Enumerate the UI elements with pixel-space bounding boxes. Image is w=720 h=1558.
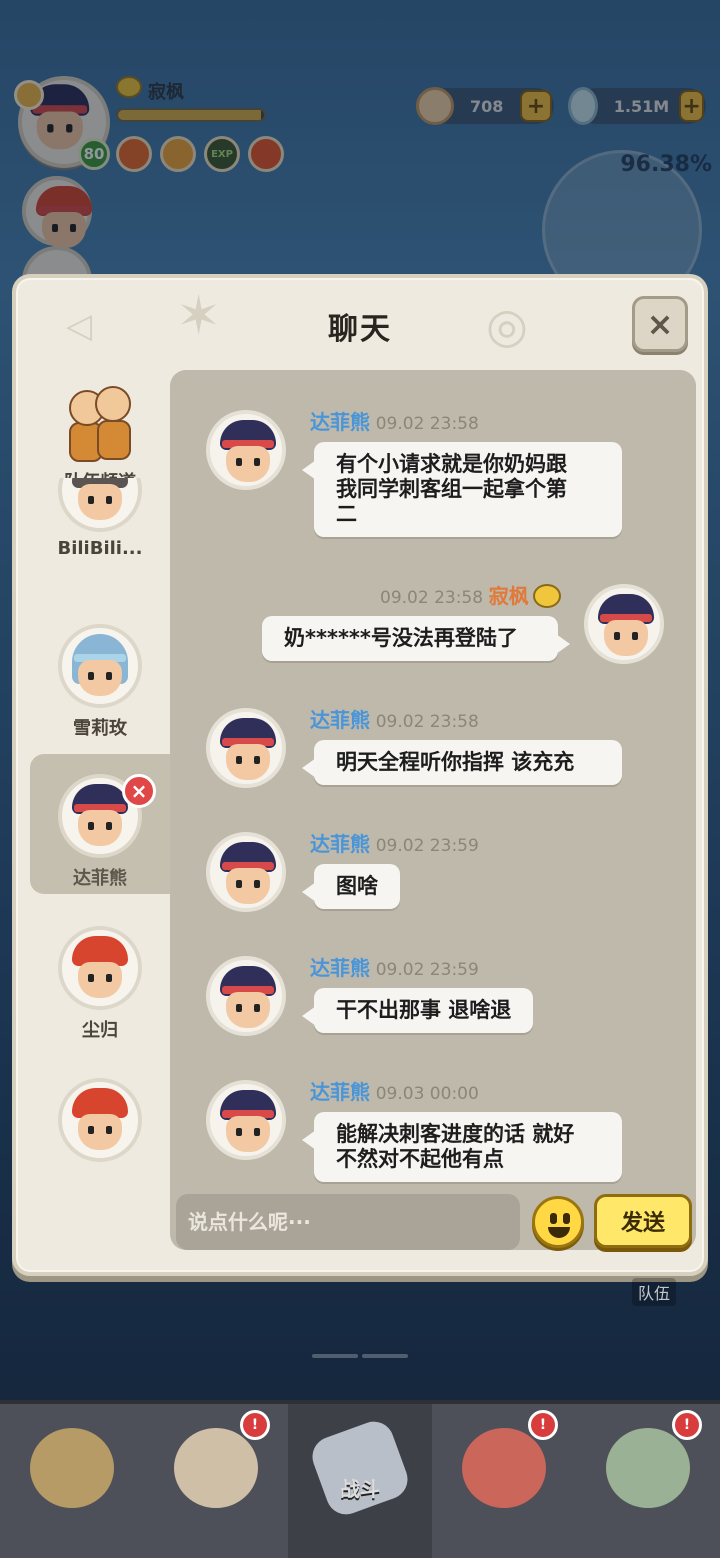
hero-icon bbox=[174, 1428, 258, 1508]
message-time: 09.03 00:00 bbox=[375, 1084, 479, 1104]
chat-input[interactable] bbox=[176, 1194, 520, 1250]
close-button[interactable]: × bbox=[632, 296, 688, 352]
message-bubble: 奶******号没法再登陆了 bbox=[262, 616, 570, 661]
channel-label: 达菲熊 bbox=[73, 868, 127, 889]
contact-avatar bbox=[58, 478, 142, 532]
channel-contact-dafeixiong[interactable]: × 达菲熊 bbox=[30, 754, 170, 894]
message-time: 09.02 23:58 bbox=[375, 712, 479, 732]
team-channel-icon bbox=[65, 386, 135, 466]
sender-name[interactable]: 达菲熊 bbox=[310, 956, 370, 980]
pet-icon bbox=[462, 1428, 546, 1508]
message-meta: 达菲熊 09.02 23:58 bbox=[310, 704, 479, 733]
sender-avatar[interactable] bbox=[206, 956, 286, 1036]
nav-tab-tribe[interactable]: ! bbox=[576, 1404, 720, 1558]
contact-avatar bbox=[58, 926, 142, 1010]
message-bubble: 干不出那事 退啥退 bbox=[301, 988, 534, 1033]
message-time: 09.02 23:59 bbox=[375, 960, 479, 980]
channel-label: BiliBili... bbox=[57, 538, 143, 559]
nav-tab-battle[interactable]: 战斗 bbox=[288, 1404, 432, 1558]
sender-name[interactable]: 寂枫 bbox=[489, 584, 529, 608]
chat-input-row: 发送 bbox=[176, 1192, 692, 1252]
sender-name[interactable]: 达菲熊 bbox=[310, 832, 370, 856]
message-bubble: 能解决刺客进度的话 就好 不然对不起他有点 bbox=[302, 1112, 622, 1182]
sender-avatar[interactable] bbox=[584, 584, 664, 664]
bottom-nav: ! 战斗 ! ! bbox=[0, 1400, 720, 1558]
message-bubble: 有个小请求就是你奶妈跟 我同学刺客组一起拿个第 二 bbox=[302, 442, 622, 537]
sender-avatar[interactable] bbox=[206, 1080, 286, 1160]
message-time: 09.02 23:58 bbox=[380, 588, 484, 608]
channel-contact-xuelimei[interactable]: 雪莉玫 bbox=[30, 614, 170, 754]
channel-contact-bilibili[interactable]: BiliBili... bbox=[30, 478, 170, 578]
beast-icon bbox=[30, 1428, 114, 1508]
sender-avatar[interactable] bbox=[206, 708, 286, 788]
sender-avatar[interactable] bbox=[206, 832, 286, 912]
channel-contact-chengui[interactable]: 尘归 bbox=[30, 916, 170, 1056]
notification-badge: ! bbox=[240, 1410, 270, 1440]
nav-label-battle: 战斗 bbox=[340, 1477, 380, 1501]
message-time: 09.02 23:59 bbox=[375, 836, 479, 856]
message-time: 09.02 23:58 bbox=[375, 414, 479, 434]
message-bubble: 明天全程听你指挥 该充充 bbox=[302, 740, 622, 785]
send-button[interactable]: 发送 bbox=[594, 1194, 692, 1248]
page-indicator bbox=[312, 1354, 408, 1358]
notification-badge: ! bbox=[672, 1410, 702, 1440]
remove-contact-button[interactable]: × bbox=[122, 774, 156, 808]
chat-channel-list: 队伍频道 BiliBili... 雪莉玫 × 达菲熊 尘归 bbox=[30, 368, 170, 1248]
sender-name[interactable]: 达菲熊 bbox=[310, 708, 370, 732]
message-meta: 达菲熊 09.02 23:58 bbox=[310, 406, 479, 435]
channel-contact-6[interactable] bbox=[30, 1068, 170, 1208]
contact-avatar bbox=[58, 1078, 142, 1162]
emoji-button[interactable] bbox=[532, 1196, 584, 1248]
channel-label: 尘归 bbox=[82, 1020, 118, 1041]
sword-icon bbox=[306, 1416, 414, 1520]
message-meta: 达菲熊 09.03 00:00 bbox=[310, 1076, 479, 1105]
nav-tab-hero[interactable]: ! bbox=[144, 1404, 288, 1558]
message-meta: 达菲熊 09.02 23:59 bbox=[310, 828, 479, 857]
player-title-icon bbox=[532, 584, 561, 608]
contact-avatar bbox=[58, 624, 142, 708]
message-meta: 09.02 23:58 寂枫 bbox=[380, 580, 561, 609]
sender-avatar[interactable] bbox=[206, 410, 286, 490]
message-bubble: 图啥 bbox=[302, 864, 400, 909]
nav-tab-beast[interactable] bbox=[0, 1404, 144, 1558]
queue-label[interactable]: 队伍 bbox=[632, 1278, 677, 1306]
message-list[interactable]: 达菲熊 09.02 23:58 有个小请求就是你奶妈跟 我同学刺客组一起拿个第 … bbox=[170, 370, 696, 1250]
chat-title: 聊天 bbox=[328, 312, 392, 347]
message-meta: 达菲熊 09.02 23:59 bbox=[310, 952, 479, 981]
channel-label: 雪莉玫 bbox=[73, 718, 127, 739]
notification-badge: ! bbox=[528, 1410, 558, 1440]
nav-tab-pet[interactable]: ! bbox=[432, 1404, 576, 1558]
tribe-icon bbox=[606, 1428, 690, 1508]
sender-name[interactable]: 达菲熊 bbox=[310, 410, 370, 434]
sender-name[interactable]: 达菲熊 bbox=[310, 1080, 370, 1104]
chat-panel: ◁ ✶ ◎ 聊天 × 队伍频道 BiliBili... 雪莉玫 × bbox=[12, 274, 708, 1276]
